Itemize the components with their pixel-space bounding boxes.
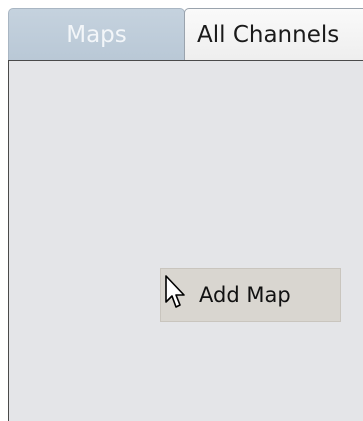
add-map-button[interactable]: Add Map [160, 268, 341, 322]
add-map-label: Add Map [199, 283, 291, 307]
maps-panel [8, 60, 363, 421]
tab-all-channels[interactable]: All Channels [184, 8, 363, 61]
tab-maps-label: Maps [66, 22, 127, 48]
maps-window: Maps All Channels Add Map [0, 0, 363, 421]
tab-all-channels-label: All Channels [197, 22, 340, 48]
tab-maps[interactable]: Maps [8, 8, 185, 61]
